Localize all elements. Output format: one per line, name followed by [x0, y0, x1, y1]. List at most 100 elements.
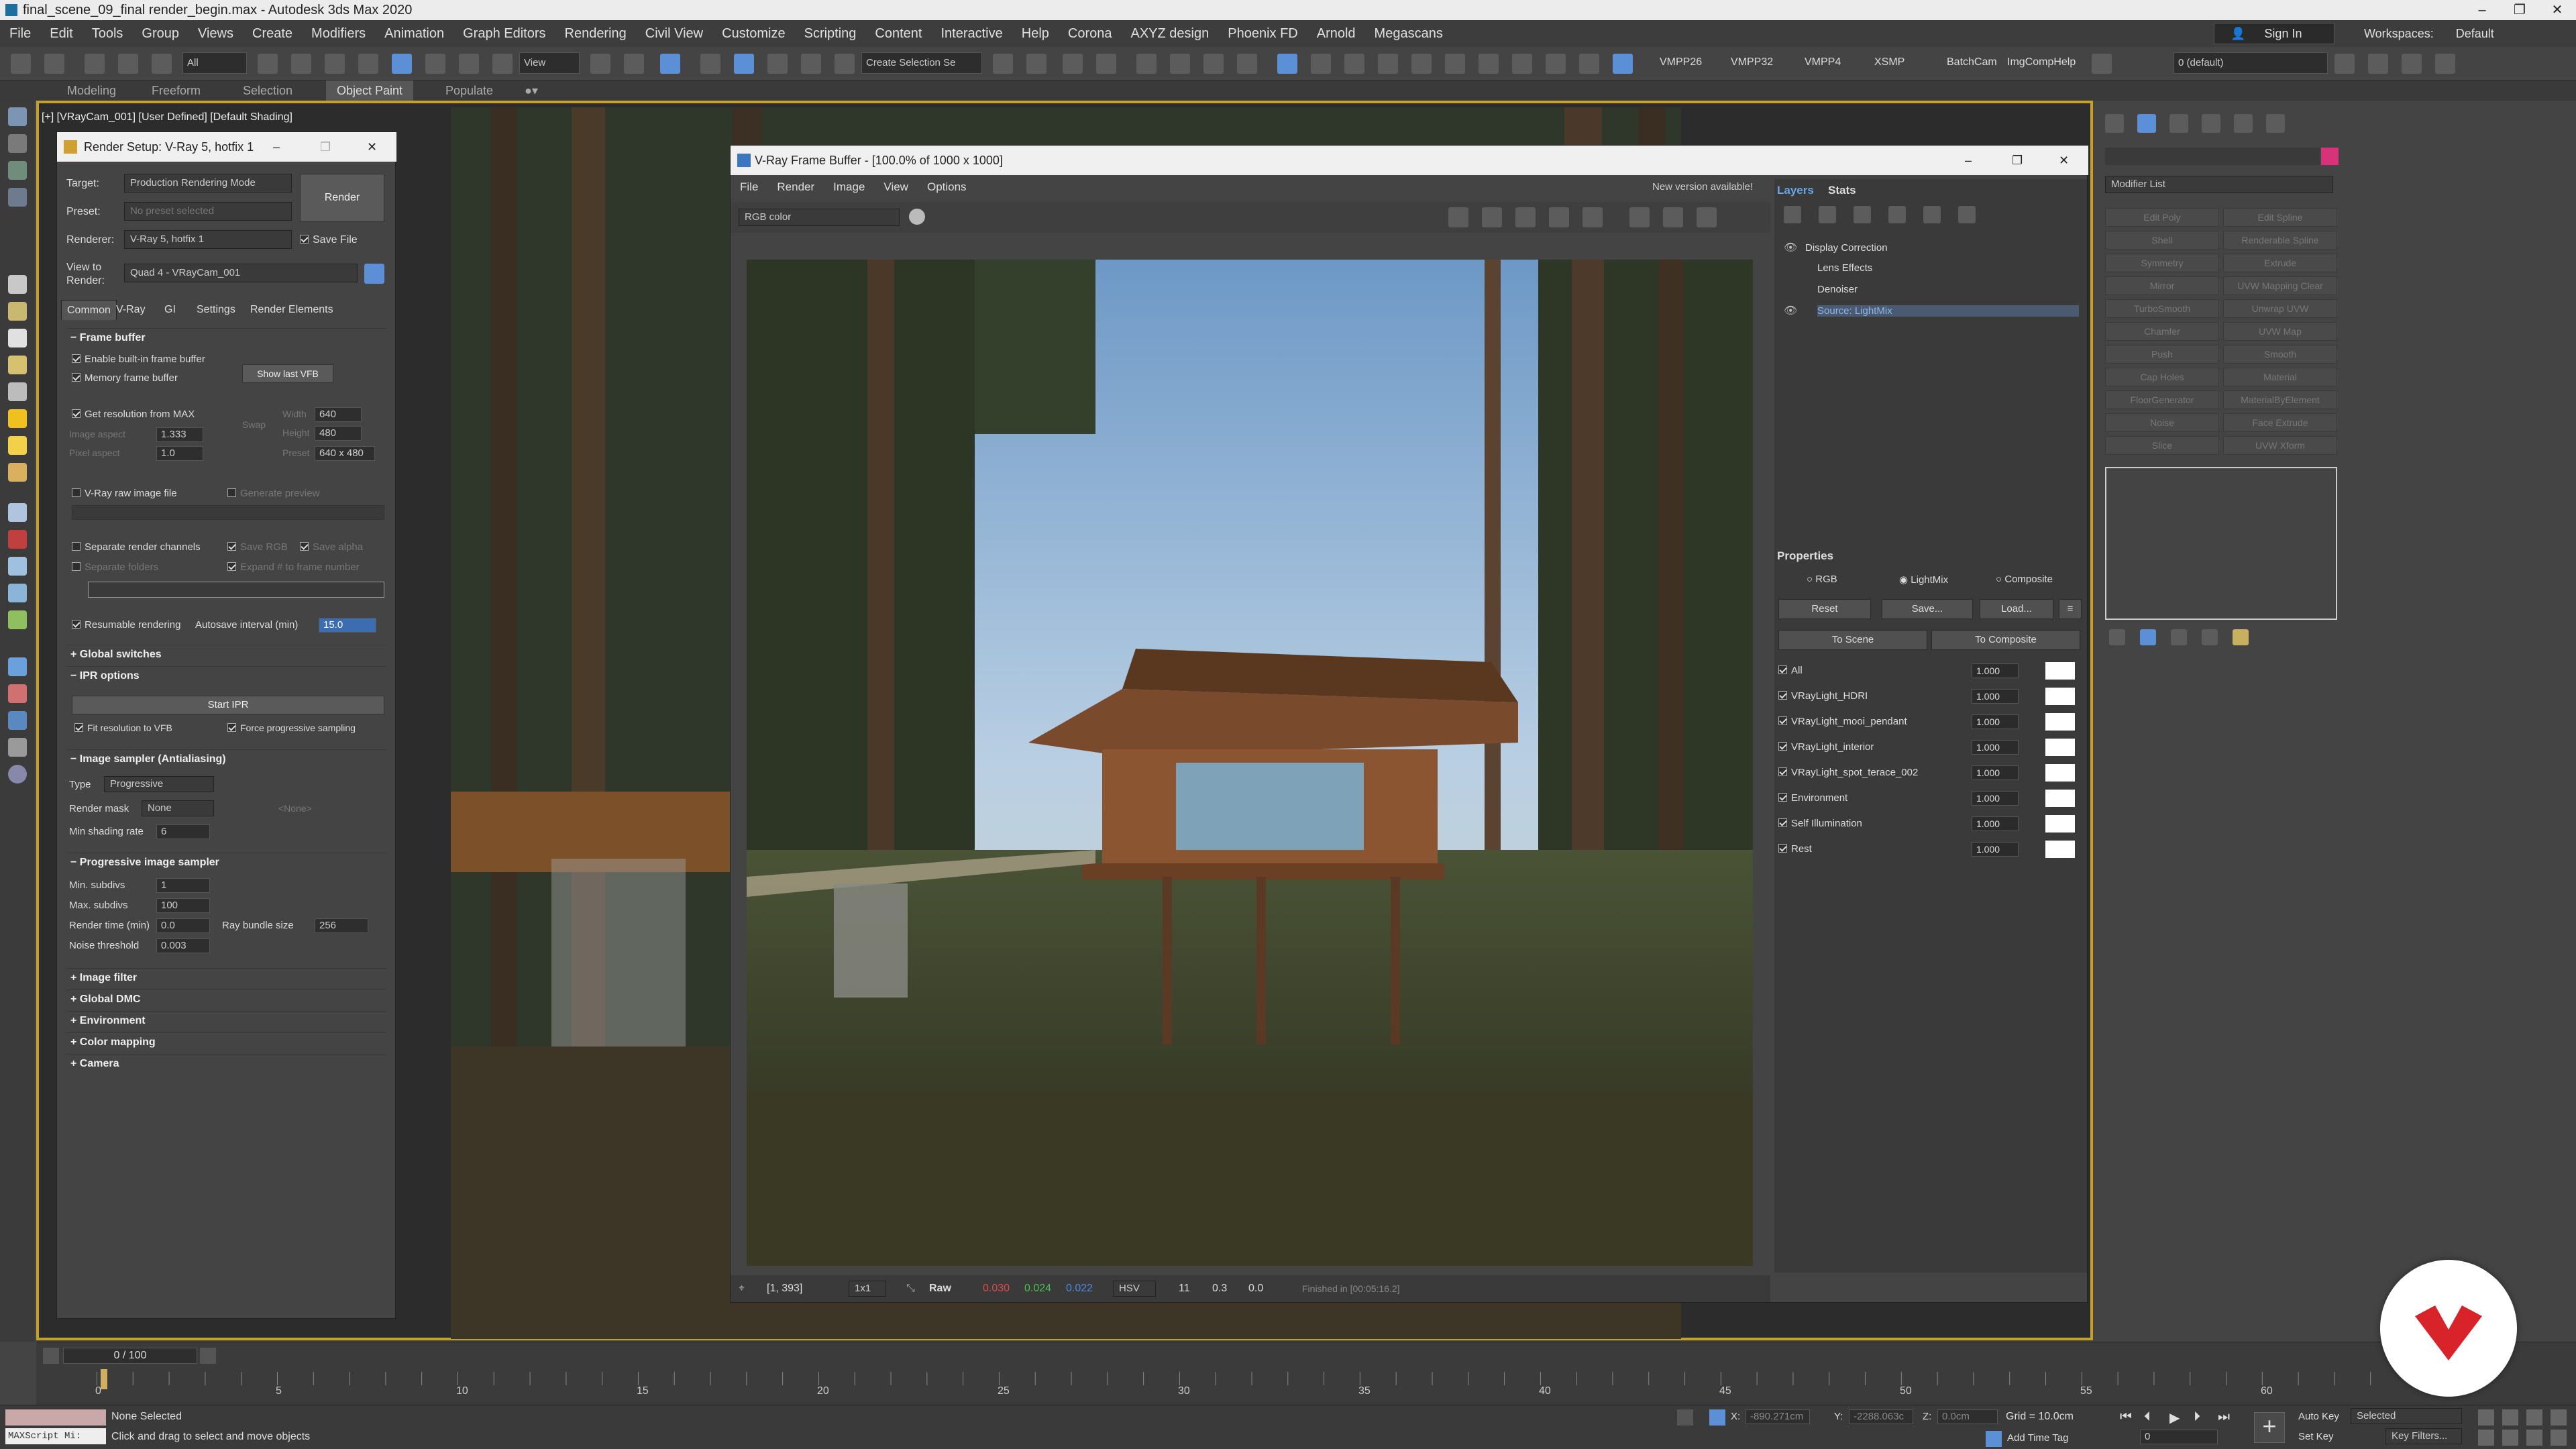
sampler-type-dropdown[interactable]: Progressive [104, 776, 214, 792]
unlink-icon[interactable] [118, 54, 138, 74]
modifier-button[interactable]: UVW Xform [2223, 436, 2337, 455]
sphere-tool-icon[interactable] [8, 302, 27, 321]
script-xsmp[interactable]: XSMP [1874, 56, 1904, 68]
link-icon[interactable] [85, 54, 105, 74]
fit-vfb-checkbox[interactable]: Fit resolution to VFB [74, 722, 172, 733]
edit-named-sets-icon[interactable] [835, 54, 855, 74]
reference-coord-dropdown[interactable]: View [519, 52, 580, 74]
select-manipulate-icon[interactable] [624, 54, 644, 74]
snaps-toggle-icon[interactable] [700, 54, 720, 74]
percent-snap-icon[interactable] [767, 54, 788, 74]
modifier-button[interactable]: Noise [2105, 413, 2219, 432]
layers-tab[interactable]: Layers [1777, 179, 1814, 202]
timeline-ruler[interactable] [97, 1372, 2377, 1385]
menu-civil-view[interactable]: Civil View [636, 20, 712, 47]
expand-frame-checkbox[interactable]: Expand # to frame number [227, 561, 360, 573]
create-panel-icon[interactable] [2105, 114, 2124, 133]
render-in-cloud-icon[interactable] [1411, 54, 1432, 74]
light-row[interactable]: VRayLight_spot_terace_002 1.000 [1778, 761, 2080, 784]
modifier-button[interactable]: MaterialByElement [2223, 390, 2337, 409]
generate-preview-checkbox[interactable]: Generate preview [227, 488, 319, 499]
sign-in-dropdown[interactable]: 👤 Sign In [2214, 23, 2334, 44]
select-by-name-icon[interactable] [291, 54, 311, 74]
menu-corona[interactable]: Corona [1059, 20, 1122, 47]
layer-list-icon[interactable] [1923, 206, 1941, 223]
cloud-tool-icon[interactable] [8, 711, 27, 730]
tab-vray[interactable]: V-Ray [111, 300, 151, 320]
light-enable-check[interactable] [1778, 665, 1787, 674]
preset-dropdown[interactable]: No preset selected [124, 202, 292, 221]
lock-view-icon[interactable] [364, 264, 384, 284]
menu-customize[interactable]: Customize [712, 20, 794, 47]
pan-icon[interactable] [2502, 1430, 2518, 1446]
help-tool-icon[interactable] [8, 765, 27, 784]
isolate-icon[interactable] [1677, 1409, 1693, 1426]
vray-lights-icon[interactable] [1479, 54, 1499, 74]
cylinder-tool-icon[interactable] [8, 329, 27, 347]
hsv-dropdown[interactable]: HSV [1113, 1281, 1156, 1297]
light-color-swatch[interactable] [2045, 790, 2075, 807]
light-row[interactable]: VRayLight_interior 1.000 [1778, 736, 2080, 759]
modifier-button[interactable]: Unwrap UVW [2223, 299, 2337, 318]
snapshot-tool-icon[interactable] [8, 657, 27, 676]
rollout-ipr-options[interactable]: − IPR options [66, 666, 387, 685]
target-dropdown[interactable]: Production Rendering Mode [124, 174, 292, 193]
undo-icon[interactable] [11, 54, 31, 74]
vfb-region-icon[interactable] [1515, 207, 1536, 227]
move-icon[interactable] [392, 54, 412, 74]
zoom-extents-icon[interactable] [2526, 1409, 2542, 1426]
current-frame-field[interactable]: 0 [2140, 1430, 2218, 1444]
set-key-button[interactable]: Set Key [2298, 1431, 2334, 1442]
vfb-close[interactable]: ✕ [2059, 146, 2069, 175]
light-enable-check[interactable] [1778, 742, 1787, 751]
layer-dropdown[interactable]: 0 (default) [2174, 52, 2328, 74]
save-file-checkbox[interactable]: Save File [300, 234, 358, 246]
modifier-button[interactable]: Mirror [2105, 276, 2219, 295]
set-key-icon[interactable]: + [2254, 1412, 2285, 1443]
modifier-button[interactable]: Shell [2105, 231, 2219, 250]
go-to-start-icon[interactable]: ⏮ [2120, 1409, 2132, 1425]
light-color-swatch[interactable] [2045, 815, 2075, 833]
light-color-swatch[interactable] [2045, 764, 2075, 782]
light-enable-check[interactable] [1778, 767, 1787, 776]
load-lightmix-button[interactable]: Load... [1980, 599, 2053, 619]
time-tag-icon[interactable] [1986, 1431, 2002, 1447]
x-coord-field[interactable]: -890.271cm [1746, 1409, 1810, 1424]
light-enable-check[interactable] [1778, 716, 1787, 725]
light-row[interactable]: VRayLight_mooi_pendant 1.000 [1778, 710, 2080, 733]
render-setup-maximize[interactable]: ❐ [320, 132, 331, 162]
particles-tool-icon[interactable] [8, 530, 27, 549]
ribbon-tab-modeling[interactable]: Modeling [67, 80, 116, 101]
noise-threshold-spinner[interactable]: 0.003 [156, 938, 210, 953]
teapot-tool-icon[interactable] [8, 463, 27, 482]
resumable-checkbox[interactable]: Resumable rendering [72, 619, 180, 631]
menu-animation[interactable]: Animation [375, 20, 453, 47]
swap-button[interactable]: Swap [242, 419, 266, 430]
light-color-swatch[interactable] [2045, 841, 2075, 858]
light-row[interactable]: All 1.000 [1778, 659, 2080, 682]
time-slider[interactable]: 0 / 100 [63, 1348, 197, 1364]
z-coord-field[interactable]: 0.0cm [1937, 1409, 1998, 1424]
light-enable-check[interactable] [1778, 818, 1787, 827]
modifier-button[interactable]: UVW Mapping Clear [2223, 276, 2337, 295]
corona-icon[interactable] [1613, 54, 1633, 74]
modifier-button[interactable]: Chamfer [2105, 322, 2219, 341]
menu-content[interactable]: Content [865, 20, 931, 47]
window-crossing-icon[interactable] [358, 54, 378, 74]
vfb-track-icon[interactable] [1582, 207, 1603, 227]
memory-fb-checkbox[interactable]: Memory frame buffer [72, 372, 178, 384]
scatter-tool-icon[interactable] [8, 557, 27, 576]
maxscript-mini-listener[interactable]: MAXScript Mi: [5, 1428, 106, 1444]
orbit-icon[interactable] [2526, 1430, 2542, 1446]
time-cursor[interactable] [101, 1369, 107, 1389]
vfb-menu-image[interactable]: Image [824, 175, 874, 199]
channels-path-field[interactable] [88, 582, 384, 598]
reset-button[interactable]: Reset [1778, 599, 1871, 619]
raw-toggle[interactable]: Raw [929, 1275, 951, 1302]
autosave-spinner[interactable]: 15.0 [319, 618, 376, 633]
rollout-global-dmc[interactable]: + Global DMC [66, 989, 387, 1008]
pivot-icon[interactable] [590, 54, 610, 74]
vfb-50-icon[interactable] [1549, 207, 1569, 227]
tab-settings[interactable]: Settings [191, 300, 241, 320]
motion-panel-icon[interactable] [2202, 114, 2220, 133]
